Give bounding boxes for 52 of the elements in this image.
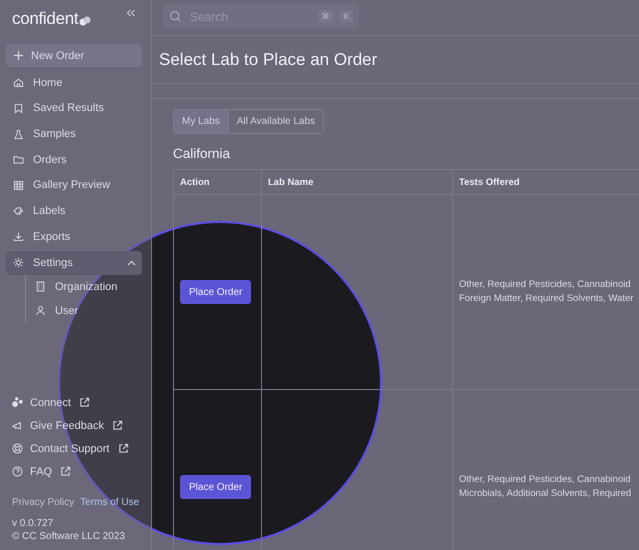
tag-icon <box>12 204 25 218</box>
flask-icon <box>12 128 25 141</box>
nav-item[interactable]: Gallery Preview <box>6 173 142 198</box>
nav-item[interactable]: Samples <box>6 122 142 146</box>
place-order-button[interactable]: Place Order <box>180 475 252 499</box>
lifebuoy-icon <box>11 442 24 455</box>
external-link-icon <box>112 420 123 431</box>
bookmark-icon <box>12 102 25 115</box>
nav-subitem[interactable]: User <box>34 298 142 322</box>
tab[interactable]: All Available Labs <box>228 110 323 133</box>
user-icon <box>34 304 47 317</box>
place-order-button[interactable]: Place Order <box>180 280 252 304</box>
nav-item[interactable]: Orders <box>6 148 142 172</box>
column-header: Lab Name <box>262 170 452 194</box>
nav-item[interactable]: Home <box>6 70 142 95</box>
column-header: Tests Offered <box>452 170 639 194</box>
download-icon <box>12 230 25 244</box>
megaphone-icon <box>11 419 24 432</box>
table-cell-text: Other, Required Pesticides, Cannabinoid Microbials, Additional Solvents, Required <box>459 473 632 501</box>
search-icon <box>169 10 182 23</box>
gear-icon <box>12 256 25 269</box>
page-title: Select Lab to Place an Order <box>152 36 639 84</box>
external-link-icon <box>78 397 90 408</box>
folder-icon <box>12 153 25 166</box>
external-link-icon <box>60 466 72 477</box>
shortcut-key: ⌘ <box>318 10 334 23</box>
nav-item[interactable]: Exports <box>6 224 142 249</box>
shortcut-key: K <box>340 10 353 23</box>
nav-item[interactable]: Labels <box>6 199 142 224</box>
footer-link[interactable]: FAQ <box>6 460 142 483</box>
new-order-button[interactable]: New Order <box>6 44 142 67</box>
external-link-icon <box>118 443 128 454</box>
tab[interactable]: My Labs <box>174 110 229 133</box>
nav-item[interactable]: Saved Results <box>6 96 142 120</box>
nav-item[interactable]: Settings <box>6 250 142 274</box>
question-icon <box>11 465 24 478</box>
logo-mark-icon <box>79 16 92 26</box>
plus-icon <box>12 49 25 62</box>
building-icon <box>34 280 47 293</box>
table-cell-text: Other, Required Pesticides, Cannabinoid Foreign Matter, Required Solvents, Water <box>459 278 634 306</box>
copyright-text: © CC Software LLC 2023 <box>11 531 126 542</box>
home-icon <box>12 76 25 90</box>
logo: confident <box>12 9 92 29</box>
version-text: v 0.0.727 <box>11 518 54 529</box>
collapse-icon[interactable] <box>126 9 136 17</box>
nav-subitem[interactable]: Organization <box>34 274 142 298</box>
section-heading: California <box>173 146 232 163</box>
legal-link[interactable]: Privacy Policy <box>12 497 74 508</box>
footer-link[interactable]: Connect <box>6 391 142 414</box>
column-header: Action <box>174 170 262 194</box>
grid-icon <box>12 178 25 192</box>
dots-icon <box>11 396 24 409</box>
